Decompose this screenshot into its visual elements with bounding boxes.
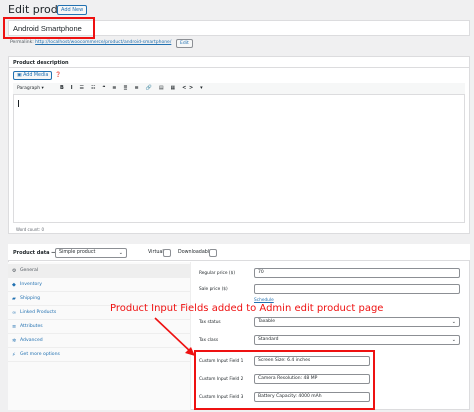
tab-label: Attributes <box>20 324 43 329</box>
media-icon: ▣ <box>17 73 22 78</box>
list-icon: ≡ <box>12 324 17 330</box>
annotation-text: Product Input Fields added to Admin edit… <box>110 303 384 314</box>
tax-status-select[interactable]: Taxable ⌄ <box>254 317 460 327</box>
tax-class-label: Tax class <box>199 338 219 343</box>
chevron-down-icon: ⌄ <box>451 319 456 325</box>
chevron-down-icon: ⌄ <box>451 337 456 343</box>
tab-label: Advanced <box>20 338 43 343</box>
chevron-down-icon: ▾ <box>41 86 44 91</box>
product-type-select[interactable]: Simple product ⌄ <box>55 248 127 258</box>
regular-price-input[interactable]: 70 <box>254 268 460 278</box>
divider <box>8 67 470 68</box>
description-heading: Product description <box>13 60 69 66</box>
chevron-down-icon: ⌄ <box>118 250 123 256</box>
product-type-value: Simple product <box>59 250 96 255</box>
annotation-arrow-icon <box>154 317 195 356</box>
add-media-button[interactable]: ▣ Add Media <box>13 71 53 80</box>
box-icon: ◆ <box>12 282 16 288</box>
toolbar-icons[interactable]: B I ☰ ☷ ❝ ≡ ≣ ≡ 🔗 ▤ ▦ <> ▾ <box>60 85 205 91</box>
custom-fields-highlight-box <box>194 350 375 410</box>
plug-icon: ⚡ <box>12 352 16 358</box>
tab-label: Get more options <box>20 352 60 357</box>
tab-label: Linked Products <box>20 310 57 315</box>
sale-price-input[interactable] <box>254 284 460 294</box>
gear-icon: ✲ <box>12 338 17 344</box>
virtual-checkbox[interactable] <box>163 249 171 257</box>
permalink: Permalink: http://localhost/woocommerce/… <box>10 40 171 45</box>
add-new-button[interactable]: Add New <box>57 5 88 15</box>
truck-icon: ▰ <box>12 296 16 302</box>
permalink-url[interactable]: http://localhost/woocommerce/product/and… <box>35 40 171 45</box>
tab-inventory[interactable]: ◆ Inventory <box>8 278 191 292</box>
regular-price-label: Regular price ($) <box>199 271 235 276</box>
tax-class-select[interactable]: Standard ⌄ <box>254 335 460 345</box>
format-select-value: Paragraph <box>17 86 41 91</box>
permalink-edit-button[interactable]: Edit <box>176 39 193 48</box>
help-icon[interactable]: ❓ <box>55 72 61 78</box>
word-count: Word count: 0 <box>16 227 45 232</box>
format-select[interactable]: Paragraph ▾ <box>17 86 44 91</box>
content-editor[interactable] <box>13 83 465 223</box>
product-data-label: Product data — <box>13 250 57 256</box>
title-highlight-box <box>3 17 95 39</box>
tax-class-value: Standard <box>258 337 279 342</box>
tab-label: Shipping <box>20 296 41 301</box>
link-icon: ∞ <box>12 310 17 316</box>
permalink-label: Permalink: <box>10 40 34 45</box>
add-media-label: Add Media <box>23 73 49 78</box>
tab-label: Inventory <box>20 282 42 287</box>
sale-price-label: Sale price ($) <box>199 287 228 292</box>
tab-label: General <box>20 268 39 273</box>
tax-status-value: Taxable <box>258 319 276 324</box>
text-caret <box>18 100 19 107</box>
downloadable-checkbox[interactable] <box>209 249 217 257</box>
wrench-icon: ⚙ <box>12 268 17 274</box>
tab-general[interactable]: ⚙ General <box>8 264 191 278</box>
tax-status-label: Tax status <box>199 320 221 325</box>
